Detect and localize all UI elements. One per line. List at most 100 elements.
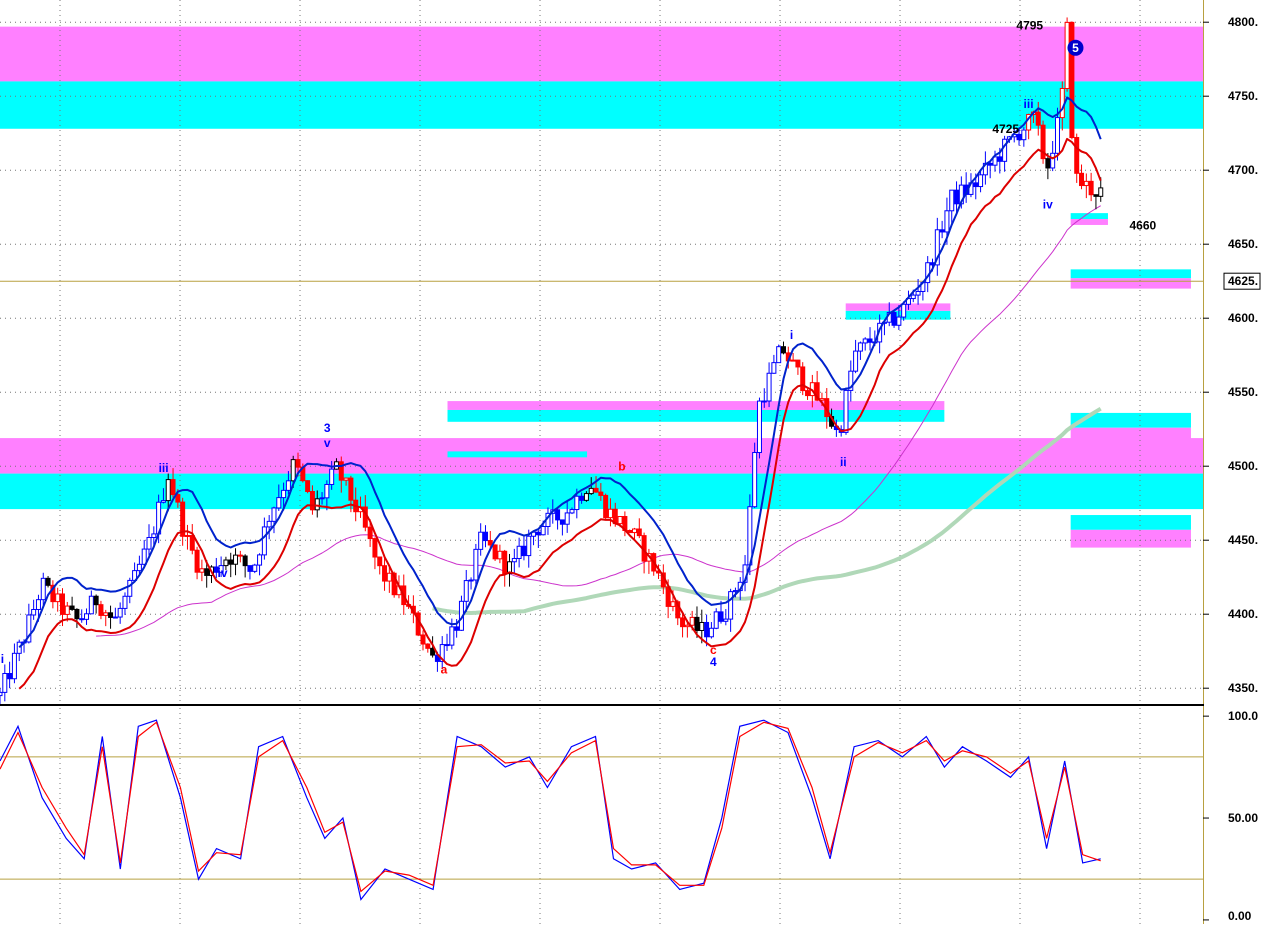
candle-body <box>607 508 613 519</box>
candle-body <box>954 189 960 205</box>
candle-body <box>593 487 599 493</box>
upper-band-line <box>18 96 1102 649</box>
projection-zone <box>1070 269 1191 279</box>
candle-body <box>194 549 200 573</box>
candle-body <box>1074 137 1080 174</box>
candle-body <box>309 491 315 511</box>
band-layer <box>18 96 1102 690</box>
candle-body <box>329 468 335 485</box>
candle-body <box>324 483 330 499</box>
candle-body <box>285 480 291 491</box>
candle-body <box>713 611 719 629</box>
candle-body <box>588 487 594 495</box>
candle-body <box>997 156 1003 162</box>
candle-body <box>564 512 570 525</box>
candle-body <box>290 459 296 482</box>
candle-body <box>252 564 258 572</box>
candle-body <box>853 350 859 372</box>
candle-body <box>1069 21 1075 139</box>
stochastic-d-line <box>0 721 1101 893</box>
candle-body <box>555 509 561 521</box>
current-price-label: 4625. <box>1228 274 1258 288</box>
price-tick-label: 4350. <box>1228 681 1258 695</box>
candle-body <box>1079 172 1085 187</box>
candle-body <box>1088 180 1094 196</box>
candle-body <box>1093 194 1099 197</box>
candle-body <box>891 311 897 326</box>
candle-body <box>780 346 786 354</box>
candle-body <box>386 572 392 582</box>
candle-body <box>670 601 676 607</box>
candle-body <box>276 497 282 509</box>
candle-body <box>463 580 469 602</box>
candle-body <box>74 608 80 620</box>
price-axis: 4350. 4400. 4450. 4500. 4550. 4600. 4650. 4700.… <box>1203 0 1261 924</box>
wave-label: iii <box>159 461 169 475</box>
candle-body <box>314 498 320 511</box>
candle-body <box>790 359 796 362</box>
candle-body <box>771 362 777 374</box>
projection-zone <box>1070 427 1191 442</box>
candle-body <box>579 495 585 501</box>
stochastic-tick-label: 0.00 <box>1228 909 1252 923</box>
candle-body <box>146 536 152 550</box>
candle-body <box>237 554 243 557</box>
projection-zone <box>1070 529 1191 548</box>
candle-body <box>574 495 580 511</box>
candle-body <box>896 316 902 326</box>
candle-body <box>449 626 455 646</box>
candle-body <box>1035 111 1041 126</box>
candle-body <box>247 565 253 572</box>
candle-body <box>694 616 700 631</box>
price-tick-label: 4550. <box>1228 385 1258 399</box>
candle-body <box>843 389 849 433</box>
candle-body <box>535 531 541 536</box>
candle-body <box>242 555 248 567</box>
candle-body <box>708 627 714 638</box>
candle-body <box>732 590 738 593</box>
candle-body <box>1064 21 1070 90</box>
candle-body <box>228 559 234 565</box>
projection-zone <box>447 451 588 458</box>
candle-body <box>805 390 811 397</box>
candle-body <box>511 557 517 563</box>
candle-body <box>795 359 801 368</box>
candle-body <box>718 611 724 622</box>
candle-body <box>420 634 426 645</box>
projection-zone <box>447 401 945 410</box>
projection-zone <box>1070 515 1191 530</box>
candle-body <box>569 509 575 514</box>
candle-body <box>45 577 51 586</box>
candle-body <box>949 189 955 212</box>
candle-body <box>0 691 3 697</box>
candle-body <box>11 652 17 680</box>
support-resistance-zone <box>0 26 1203 82</box>
candle-body <box>16 641 22 654</box>
candle-body <box>108 612 114 618</box>
candle-body <box>502 550 508 575</box>
price-tick-label: 4450. <box>1228 533 1258 547</box>
candle-body <box>636 528 642 537</box>
projection-zone <box>1070 278 1191 289</box>
candle-body <box>79 618 85 621</box>
candle-body <box>88 595 94 615</box>
candle-body <box>857 342 863 352</box>
candle-body <box>939 229 945 233</box>
candle-body <box>680 617 686 628</box>
candle-body <box>204 568 210 576</box>
candle-body <box>603 494 609 519</box>
candle-body <box>478 531 484 550</box>
candle-body <box>136 563 142 572</box>
stochastic-tick-label: 50.00 <box>1228 811 1258 825</box>
wave-label: iii <box>1024 97 1034 111</box>
candle-body <box>382 565 388 582</box>
candle-body <box>170 479 176 496</box>
wave-label: 3 <box>324 421 331 435</box>
price-tick-label: 4600. <box>1228 311 1258 325</box>
candle-body <box>233 554 239 565</box>
price-tick-label: 4500. <box>1228 459 1258 473</box>
candle-body <box>305 480 311 493</box>
candle-body <box>261 526 267 556</box>
candle-body <box>295 459 301 468</box>
wave-label: 4795 <box>1016 19 1043 33</box>
